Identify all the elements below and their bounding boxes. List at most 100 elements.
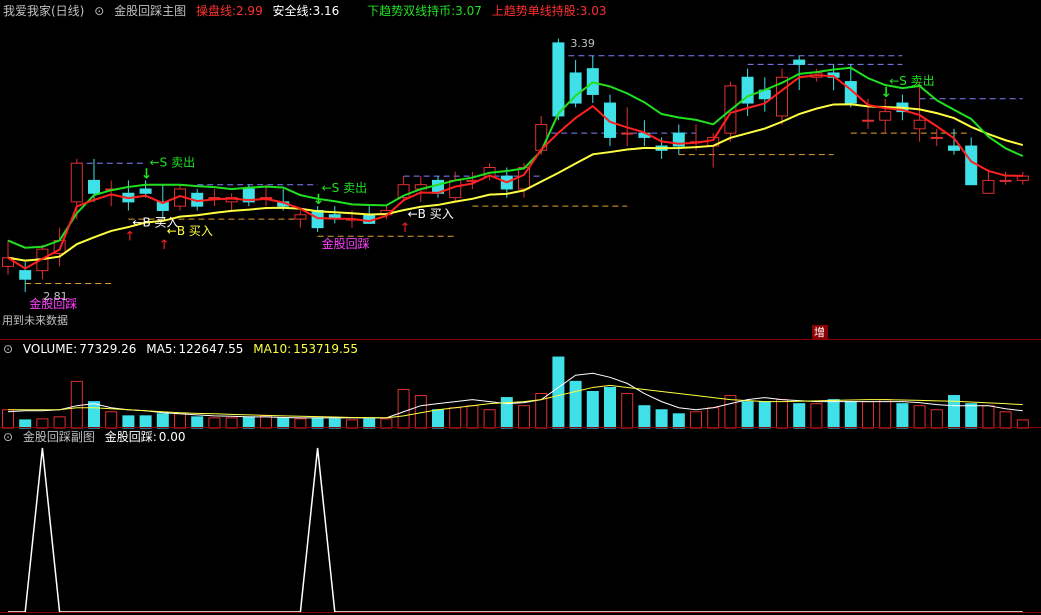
volume-value: 77329.26 xyxy=(79,342,137,356)
volume-bar xyxy=(432,409,444,429)
volume-bar xyxy=(88,401,100,429)
signal-label: ←S 卖出 xyxy=(889,74,935,88)
param-caopan-name: 操盘线: xyxy=(195,4,236,18)
param-down-name: 下趋势双线持币: xyxy=(367,4,456,18)
volume-sub-divider xyxy=(0,427,1041,428)
buy-arrow-icon: ↑ xyxy=(159,238,170,253)
candle-body xyxy=(879,111,892,121)
volume-title: VOLUME: xyxy=(22,342,78,356)
candle-body xyxy=(604,102,616,138)
buy-arrow-icon: ↑ xyxy=(400,221,411,236)
sell-arrow-icon: ↓ xyxy=(313,192,325,208)
future-data-note: 用到未来数据 xyxy=(2,314,68,327)
volume-header: ⊙ VOLUME: 77329.26 MA5: 122647.55 MA10: 153… xyxy=(3,342,364,356)
param-caopan-value: 2.99 xyxy=(235,4,263,18)
settings-circle-icon[interactable]: ⊙ xyxy=(94,4,104,18)
candle-body xyxy=(793,59,806,65)
volume-bar xyxy=(2,409,14,429)
volume-bar xyxy=(156,413,169,429)
volume-bar xyxy=(758,401,771,429)
volume-bar xyxy=(690,411,702,429)
param-down-value: 3.07 xyxy=(455,4,482,18)
param-up-name: 上趋势单线持股: xyxy=(491,4,580,18)
sell-arrow-icon: ↓ xyxy=(880,85,892,101)
volume-settings-icon[interactable]: ⊙ xyxy=(3,342,13,356)
ma10-value: 153719.55 xyxy=(293,342,359,356)
candle-body xyxy=(294,214,307,220)
main-header: 我爱我家(日线) ⊙ 金股回踩主图 操盘线:2.99 安全线:3.16 下趋势双… xyxy=(3,4,612,18)
volume-bar xyxy=(896,403,909,429)
volume-bar xyxy=(466,405,479,429)
param-anquan-value: 3.16 xyxy=(312,4,340,18)
candle-body xyxy=(862,119,874,122)
volume-bar xyxy=(707,407,720,429)
volume-bar xyxy=(810,403,823,429)
volume-bar xyxy=(776,399,788,429)
candle-body xyxy=(930,136,943,139)
candle-body xyxy=(621,132,634,135)
candle-body xyxy=(982,179,995,194)
volume-bar xyxy=(518,405,530,429)
candle-body xyxy=(552,42,565,117)
indicator-title[interactable]: 金股回踩主图 xyxy=(114,4,186,18)
sub-title[interactable]: 金股回踩副图 xyxy=(23,430,95,444)
volume-bar xyxy=(105,411,118,429)
volume-bar xyxy=(793,403,806,429)
sub-settings-icon[interactable]: ⊙ xyxy=(3,430,13,444)
low-price-label: 2.81 xyxy=(43,290,67,303)
volume-bar xyxy=(913,405,926,429)
sub-value: 0.00 xyxy=(158,430,186,444)
bottom-divider xyxy=(0,612,1041,613)
ma10-label: MA10: xyxy=(253,342,292,356)
candle-body xyxy=(965,145,978,186)
stock-chart[interactable]: ←S 卖出←S 卖出←S 卖出←B 买入←B 买入←B 买入金股回踩金股回踩↑↑… xyxy=(0,0,1041,615)
volume-bar xyxy=(982,405,995,429)
volume-bar xyxy=(621,393,634,429)
buy-arrow-icon: ↑ xyxy=(124,229,135,244)
volume-bar xyxy=(741,401,754,429)
candle-body xyxy=(999,179,1012,182)
candle-body xyxy=(70,162,83,203)
volume-bar xyxy=(930,409,943,429)
candle-body xyxy=(139,188,152,194)
signal-label: ←B 买入 xyxy=(408,207,454,221)
param-anquan-name: 安全线: xyxy=(272,4,313,18)
volume-bar xyxy=(827,399,840,429)
volume-bar xyxy=(638,405,651,429)
volume-bar xyxy=(174,413,186,429)
volume-bar xyxy=(552,356,565,429)
sell-arrow-icon: ↓ xyxy=(141,166,153,182)
panel-title: 我爱我家(日线) xyxy=(3,4,85,18)
candle-body xyxy=(88,179,100,194)
gold-pullback-signal-line xyxy=(8,447,1023,613)
candle-body xyxy=(19,270,32,280)
signal-label: 金股回踩 xyxy=(322,236,370,251)
volume-bar xyxy=(449,407,462,429)
main-volume-divider xyxy=(0,339,1041,340)
volume-bar xyxy=(879,399,892,429)
volume-bar xyxy=(483,409,496,429)
candle-body xyxy=(913,119,926,130)
volume-bar xyxy=(965,403,978,429)
volume-bar xyxy=(70,380,83,429)
volume-bar xyxy=(844,401,857,429)
volume-bar xyxy=(672,413,685,429)
candle-body xyxy=(948,145,960,151)
volume-bar xyxy=(862,401,874,429)
volume-bar xyxy=(948,395,960,429)
volume-bar xyxy=(586,391,599,429)
signal-label: ←B 买入 xyxy=(167,224,213,238)
sub-header: ⊙ 金股回踩副图 金股回踩: 0.00 xyxy=(3,430,192,444)
volume-bar xyxy=(999,411,1012,429)
signal-label: ←S 卖出 xyxy=(150,155,196,169)
volume-bar xyxy=(655,409,668,429)
volume-bar xyxy=(724,395,737,429)
volume-bar xyxy=(569,380,582,429)
high-price-label: 3.39 xyxy=(570,37,595,50)
signal-label: ←S 卖出 xyxy=(322,181,368,195)
ma5-label: MA5: xyxy=(146,342,177,356)
sub-label: 金股回踩: xyxy=(104,430,157,444)
volume-bar xyxy=(397,388,410,429)
ma5-value: 122647.55 xyxy=(178,342,244,356)
param-up-value: 3.03 xyxy=(579,4,607,18)
